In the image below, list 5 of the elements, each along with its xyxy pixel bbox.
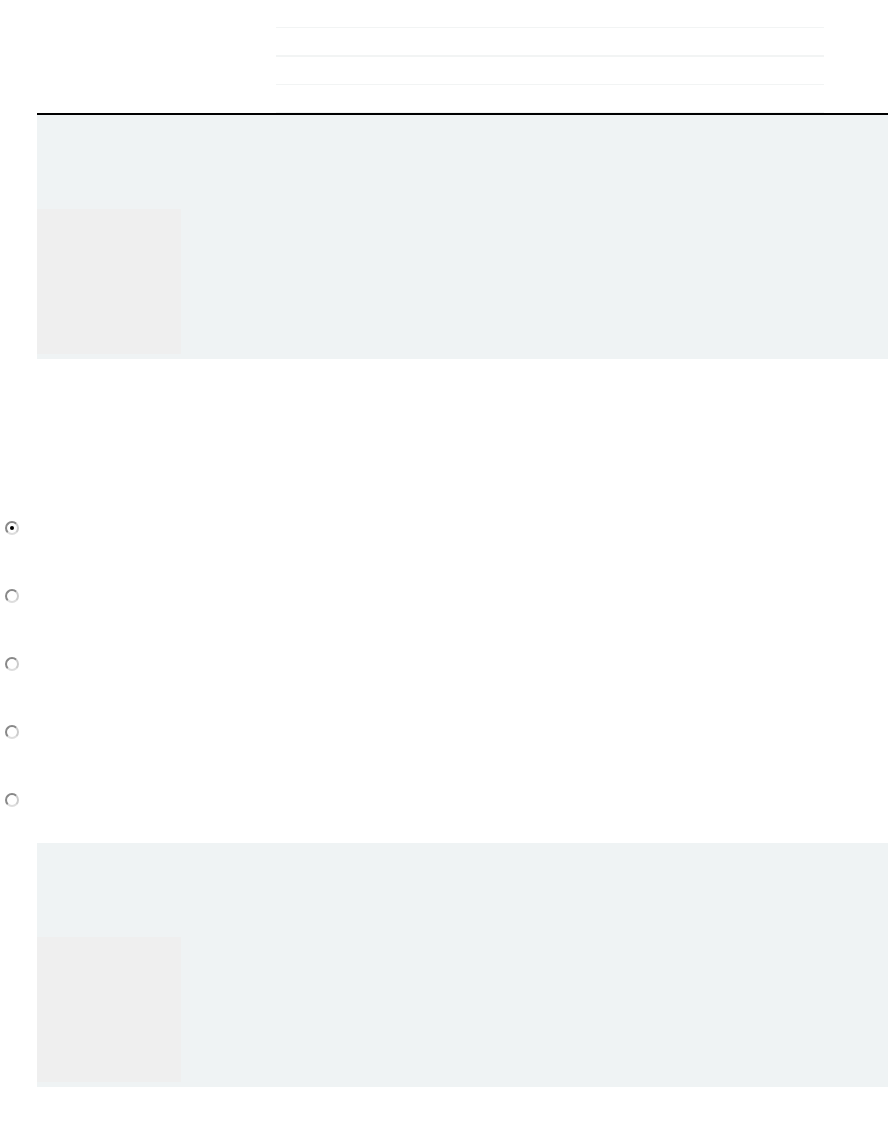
radio-button[interactable] [5,521,19,535]
radio-button[interactable] [5,725,19,739]
radio-button[interactable] [5,589,19,603]
radio-button[interactable] [5,657,19,671]
radio-button[interactable] [5,793,19,807]
